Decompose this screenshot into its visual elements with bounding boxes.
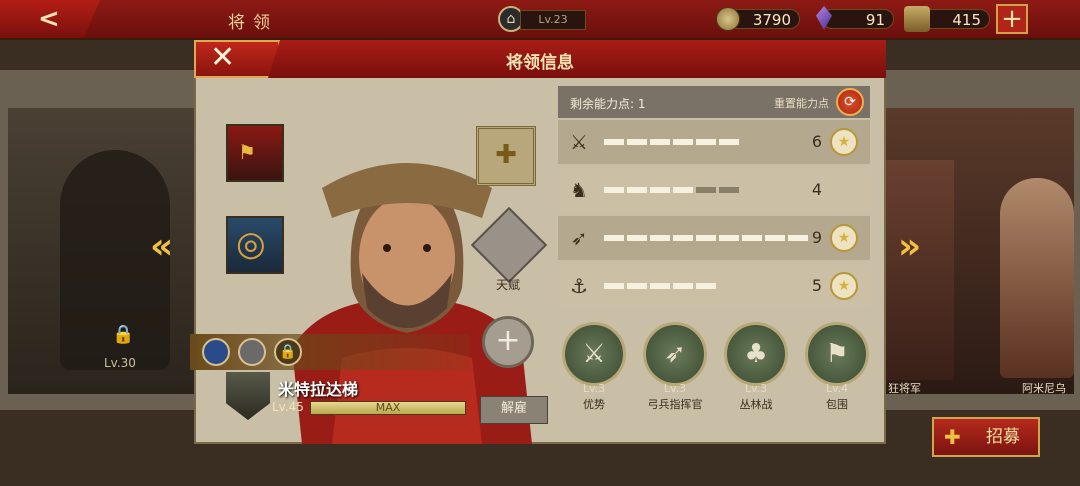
stat-segment: [673, 139, 693, 145]
stat-segment: [627, 283, 647, 289]
banner-equipment-slot[interactable]: ⚑: [226, 124, 284, 182]
stat-segment: [604, 235, 624, 241]
dialog-title: 将领信息: [506, 53, 574, 73]
banner-icon: ⚑: [238, 140, 256, 164]
locked-hero-level: Lv.30: [104, 356, 136, 370]
back-arrow-icon: <: [38, 4, 60, 34]
stat-bar: [604, 235, 808, 241]
stat-bar: [604, 139, 739, 145]
xp-bar: MAX: [310, 401, 466, 415]
hero-name-right-1: 狂将军: [888, 382, 921, 395]
skill-icon[interactable]: ➶: [643, 322, 707, 386]
previous-hero-arrow-icon[interactable]: «: [150, 226, 173, 267]
add-skill-button[interactable]: +: [482, 316, 534, 368]
hero-portrait-right-1: [884, 160, 954, 380]
infantry-badge-icon[interactable]: [202, 338, 230, 366]
recruit-label: 招募: [986, 427, 1020, 447]
stat-row[interactable]: ⚓ 5 ★: [558, 264, 870, 308]
stat-segment: [604, 187, 624, 193]
stat-segment: [627, 235, 647, 241]
badge-bar: [190, 334, 470, 370]
lock-icon: 🔒: [112, 324, 135, 345]
stat-segment: [604, 139, 624, 145]
stat-segment: [673, 283, 693, 289]
coin-icon: [716, 7, 740, 31]
stat-segment: [627, 187, 647, 193]
stat-value: 6: [811, 132, 822, 151]
bow-icon: ➶: [570, 226, 588, 250]
sword-icon: ⚔: [570, 130, 588, 154]
skill-level: Lv.3: [744, 382, 768, 395]
stat-segment: [650, 235, 670, 241]
stat-segment: [719, 139, 739, 145]
stat-segment: [673, 235, 693, 241]
recruit-button[interactable]: ✚ 招募: [932, 417, 1040, 457]
stat-segment: [650, 139, 670, 145]
stat-segment: [765, 235, 785, 241]
page-title: 将领: [228, 13, 278, 33]
stat-segment: [673, 187, 693, 193]
stat-segment: [696, 235, 716, 241]
stat-segment: [696, 283, 716, 289]
skill-level: Lv.3: [582, 382, 606, 395]
stat-segment: [719, 235, 739, 241]
star-medal-icon[interactable]: ★: [830, 128, 858, 156]
ring-equipment-slot[interactable]: ◎: [226, 216, 284, 274]
gem-count: 91: [822, 9, 894, 29]
hero-portrait-right-2: [1000, 178, 1074, 378]
chest-icon: [904, 6, 930, 32]
stat-segment: [650, 187, 670, 193]
star-medal-icon[interactable]: ★: [830, 224, 858, 252]
star-medal-icon[interactable]: ★: [830, 272, 858, 300]
talent-label: 天赋: [495, 278, 520, 292]
stat-segment: [696, 187, 716, 193]
stat-bar: [604, 187, 739, 193]
next-hero-arrow-icon[interactable]: »: [898, 226, 921, 267]
reset-points-button[interactable]: ⟳: [836, 88, 864, 116]
reset-points-label: 重置能力点: [774, 97, 829, 110]
anchor-icon: ⚓: [570, 274, 588, 298]
stat-value: 5: [811, 276, 822, 295]
stat-row[interactable]: ➶ 9 ★: [558, 216, 870, 260]
remaining-points: 剩余能力点: 1: [570, 97, 646, 111]
skill-name: 丛林战: [739, 398, 773, 411]
skill-name: 弓兵指挥官: [647, 398, 703, 411]
skill-name: 包围: [826, 398, 848, 411]
city-level: Lv.23: [520, 10, 586, 30]
skill-icon[interactable]: ♣: [724, 322, 788, 386]
stat-segment: [742, 235, 762, 241]
close-button[interactable]: ✕: [194, 40, 280, 78]
horse-icon: ♞: [570, 178, 588, 202]
skill-icon[interactable]: ⚑: [805, 322, 869, 386]
stat-row[interactable]: ♞ 4: [558, 168, 870, 212]
back-button[interactable]: <: [0, 0, 100, 38]
stat-value: 4: [811, 180, 822, 199]
stat-row[interactable]: ⚔ 6 ★: [558, 120, 870, 164]
add-resource-button[interactable]: +: [996, 4, 1028, 34]
stat-segment: [719, 187, 739, 193]
stat-segment: [650, 283, 670, 289]
dismiss-button[interactable]: 解雇: [480, 396, 548, 424]
stat-segment: [627, 139, 647, 145]
ring-icon: ◎: [236, 224, 266, 264]
hero-name-right-2: 阿米尼乌: [1022, 382, 1066, 395]
hero-level: Lv.45: [272, 400, 304, 414]
recruit-plus-icon: ✚: [944, 425, 961, 449]
lock-badge-icon[interactable]: 🔒: [274, 338, 302, 366]
armor-badge-icon[interactable]: [238, 338, 266, 366]
stat-bar: [604, 283, 716, 289]
hero-name: 米特拉达梯: [278, 380, 359, 399]
skill-level: Lv.3: [663, 382, 687, 395]
add-equipment-slot[interactable]: ✚: [476, 126, 536, 186]
stat-segment: [696, 139, 716, 145]
skill-level: Lv.4: [825, 382, 849, 395]
skill-icon[interactable]: ⚔: [562, 322, 626, 386]
skill-name: 优势: [583, 398, 605, 411]
stat-segment: [604, 283, 624, 289]
stat-value: 9: [811, 228, 822, 247]
